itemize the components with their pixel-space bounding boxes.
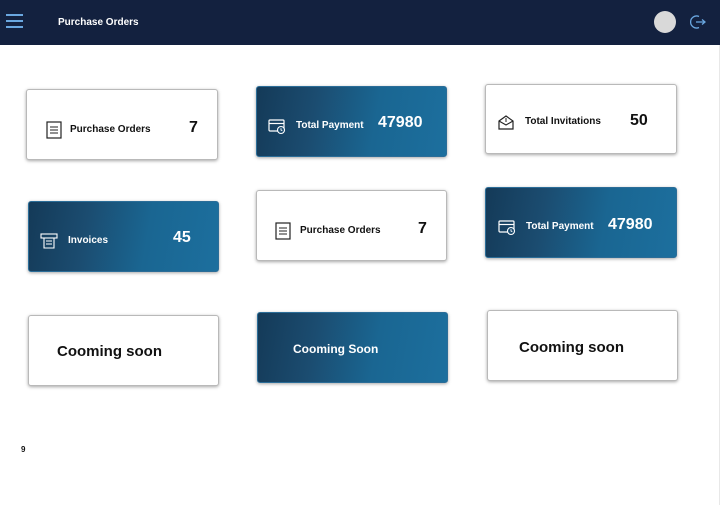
coming-soon-card[interactable]: Cooming Soon (257, 312, 448, 383)
card-value: 47980 (378, 114, 423, 131)
coming-soon-card[interactable]: Cooming soon (28, 315, 219, 386)
page-number: 9 (21, 445, 26, 454)
card-value: 45 (173, 229, 191, 246)
card-value: 50 (630, 112, 648, 129)
coming-soon-label: Cooming Soon (293, 342, 379, 356)
receipt-icon (40, 233, 58, 249)
avatar[interactable] (654, 11, 676, 33)
total-invitations-card[interactable]: Total Invitations 50 (485, 84, 677, 154)
payment-card-icon (268, 119, 286, 135)
card-label: Total Payment (526, 221, 594, 232)
purchase-orders-card[interactable]: Purchase Orders 7 (26, 89, 218, 160)
card-label: Purchase Orders (300, 225, 381, 236)
card-value: 7 (189, 119, 198, 136)
document-list-icon (275, 222, 291, 240)
total-payment-card[interactable]: Total Payment 47980 (485, 187, 677, 258)
coming-soon-card[interactable]: Cooming soon (487, 310, 678, 381)
card-label: Total Invitations (525, 116, 601, 127)
card-label: Purchase Orders (70, 124, 151, 135)
page-title: Purchase Orders (58, 17, 139, 28)
invoices-card[interactable]: Invoices 45 (28, 201, 219, 272)
top-bar: Purchase Orders (0, 0, 720, 45)
envelope-open-icon (498, 115, 514, 130)
coming-soon-label: Cooming soon (519, 339, 624, 356)
coming-soon-label: Cooming soon (57, 343, 162, 360)
document-list-icon (46, 121, 62, 139)
card-label: Total Payment (296, 120, 364, 131)
card-value: 7 (418, 220, 427, 237)
purchase-orders-card[interactable]: Purchase Orders 7 (256, 190, 447, 261)
hamburger-menu-icon[interactable] (6, 14, 23, 29)
total-payment-card[interactable]: Total Payment 47980 (256, 86, 447, 157)
card-value: 47980 (608, 216, 653, 233)
card-label: Invoices (68, 235, 109, 246)
logout-icon[interactable] (690, 14, 706, 30)
payment-card-icon (498, 220, 516, 236)
